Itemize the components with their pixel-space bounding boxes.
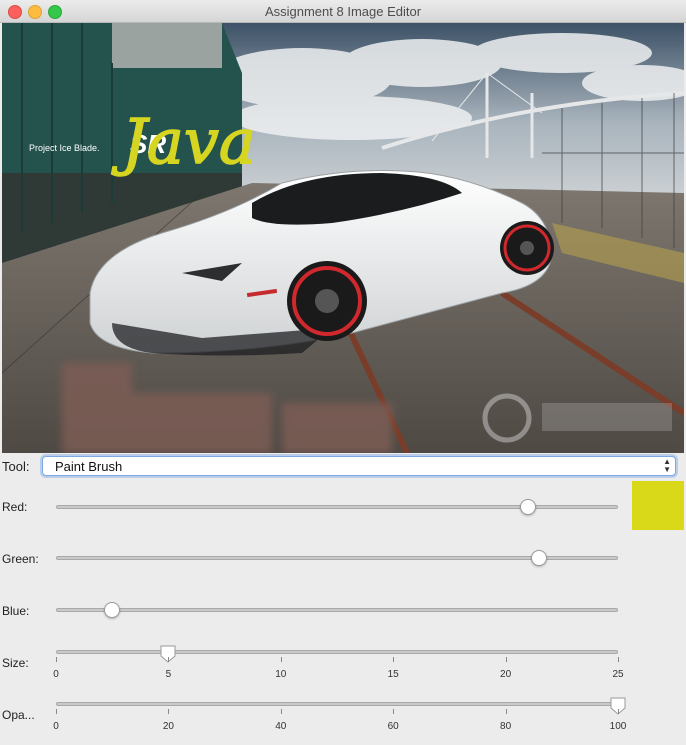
painted-java-text: Java [111,105,256,178]
size-tick [618,657,619,662]
size-tick [393,657,395,662]
opacity-tick [505,709,507,714]
size-tick-label: 15 [387,669,399,680]
opacity-label: Opa... [2,708,35,722]
color-preview-swatch [632,481,684,530]
size-tick-label: 0 [53,669,59,680]
red-label: Red: [2,500,28,514]
rear-wheel [500,221,554,275]
opacity-tick [56,709,57,714]
watermark-text: Project Ice Blade. [29,143,100,153]
window-title: Assignment 8 Image Editor [264,4,422,19]
opacity-tick [280,709,282,714]
image-canvas[interactable]: SR Project Ice Blade. Java [2,23,684,453]
size-slider-track[interactable] [56,650,618,654]
dropdown-updown-icon: ▲ ▼ [663,457,671,474]
opacity-tick-label: 0 [53,721,59,732]
opacity-tick-label: 100 [609,721,627,732]
title-bar: Assignment 8 Image Editor [0,0,686,23]
front-wheel [287,261,367,341]
green-label: Green: [2,552,39,566]
red-slider-knob[interactable] [520,499,537,515]
size-tick [280,657,282,662]
size-tick-label: 20 [500,669,512,680]
size-tick [56,657,57,662]
blue-label: Blue: [2,604,30,618]
size-tick [505,657,507,662]
opacity-tick-label: 60 [387,721,399,732]
opacity-tick-label: 20 [162,721,174,732]
blue-slider-knob[interactable] [104,602,121,618]
opacity-tick [618,709,619,714]
tool-label: Tool: [2,459,30,474]
tool-selected-value: Paint Brush [55,459,123,474]
editor-window: Assignment 8 Image Editor SR Project Ice… [0,0,686,745]
opacity-tick-label: 40 [275,721,287,732]
opacity-tick [168,709,170,714]
blue-slider-track[interactable] [56,608,618,612]
size-tick-label: 25 [612,669,624,680]
opacity-tick-label: 80 [500,721,512,732]
opacity-slider-track[interactable] [56,702,618,706]
size-tick-label: 10 [275,669,287,680]
tool-dropdown[interactable]: Paint Brush ▲ ▼ [42,456,676,476]
opacity-tick [393,709,395,714]
size-tick-label: 5 [165,669,172,680]
green-slider-knob[interactable] [531,550,548,566]
size-label: Size: [2,656,29,670]
size-tick [168,657,170,662]
